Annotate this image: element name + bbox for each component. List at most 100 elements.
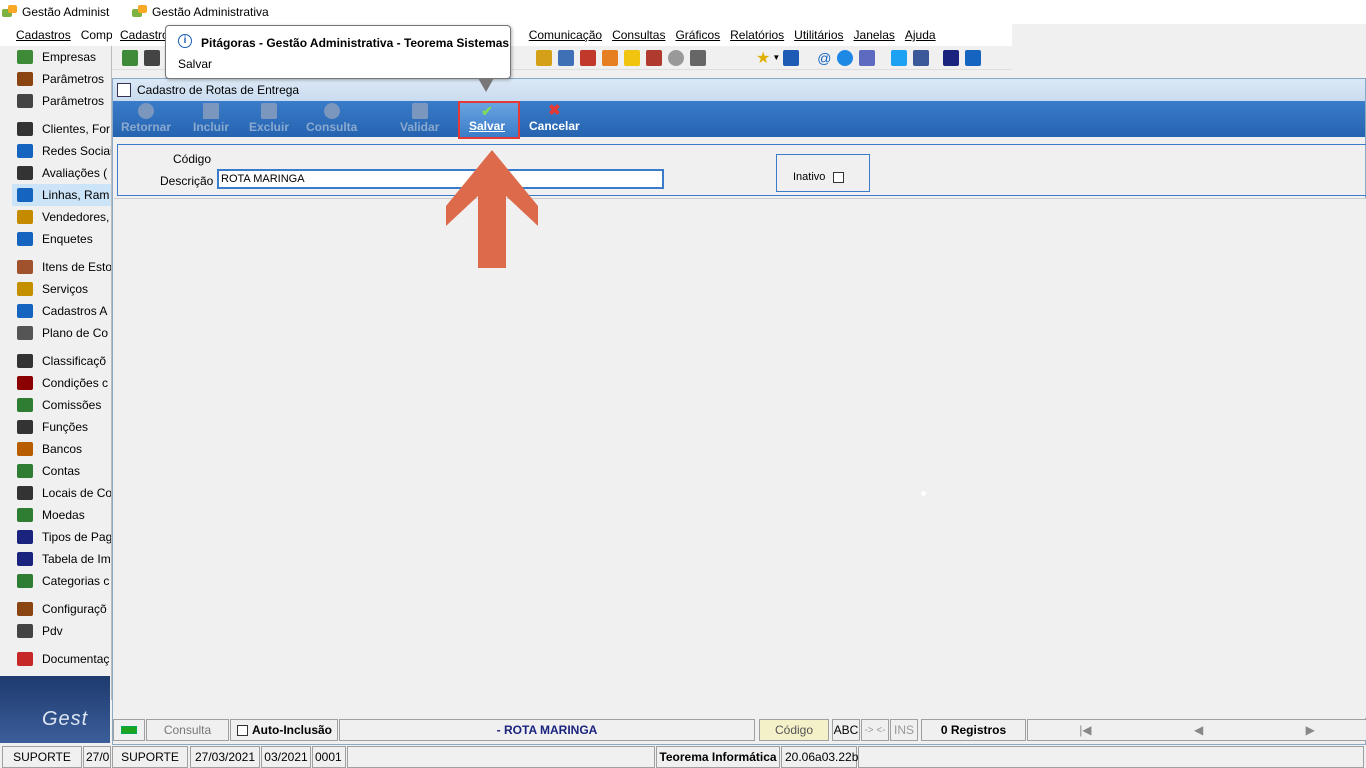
outer-menu-bar: Cadastros Compr [0, 24, 112, 46]
menu-item[interactable]: Enquetes [12, 228, 111, 250]
tooltip-pointer [478, 78, 494, 92]
trash-icon [261, 103, 278, 119]
descricao-input[interactable]: ROTA MARINGA [217, 169, 664, 189]
menu-item[interactable]: Configuraçõ [12, 598, 111, 620]
annotation-arrow [446, 150, 538, 268]
menu-item[interactable]: Condições c [12, 372, 111, 394]
tree-icon [17, 326, 33, 340]
menu-item[interactable]: Pdv [12, 620, 111, 642]
menu-relatorios[interactable]: Relatórios [725, 28, 789, 42]
arrows-indicator: -> <- [861, 719, 889, 741]
menu-item-label: Empresas [42, 50, 97, 64]
monitor-icon[interactable] [943, 49, 960, 66]
menu-comunicacao[interactable]: Comunicação [524, 28, 607, 42]
menu-item-label: Plano de Co [42, 326, 109, 340]
people-icon[interactable] [144, 49, 160, 66]
menu-item[interactable]: Cadastros A [12, 300, 111, 322]
menu-item[interactable]: Linhas, Ram [12, 184, 111, 206]
menu-item[interactable]: Avaliações ( [12, 162, 111, 184]
back-icon [138, 103, 154, 119]
calendar-icon [17, 376, 33, 390]
menu-item[interactable]: Itens de Esto [12, 256, 111, 278]
content-area [114, 198, 1366, 718]
menu-item[interactable]: Tipos de Pag [12, 526, 111, 548]
exit-icon[interactable] [965, 49, 982, 66]
validar-button[interactable]: Validar [400, 103, 439, 134]
menu-item[interactable]: Categorias c [12, 570, 111, 592]
menu-item[interactable]: Contas [12, 460, 111, 482]
twitter-icon[interactable] [891, 49, 908, 66]
incluir-button[interactable]: Incluir [193, 103, 229, 134]
menu-item-label: Bancos [42, 442, 83, 456]
people-icon [17, 354, 33, 368]
menu-item[interactable]: Plano de Co [12, 322, 111, 344]
calendar-icon[interactable] [536, 49, 552, 66]
add-user-icon[interactable] [690, 49, 706, 66]
salvar-button[interactable]: ✔ Salvar [469, 103, 505, 133]
excluir-button[interactable]: Excluir [249, 103, 289, 134]
menu-ajuda[interactable]: Ajuda [900, 28, 941, 42]
document-icon [17, 652, 33, 666]
printer-icon[interactable] [646, 49, 662, 66]
network-icon [17, 188, 33, 202]
menu-janelas[interactable]: Janelas [849, 28, 900, 42]
first-record-icon[interactable]: |◀ [1079, 723, 1091, 737]
menu-item[interactable]: Moedas [12, 504, 111, 526]
menu-consultas[interactable]: Consultas [607, 28, 670, 42]
close-icon: ✖ [548, 102, 561, 119]
auto-inclusao-checkbox[interactable] [237, 724, 248, 736]
smiley-icon[interactable] [668, 49, 684, 66]
menu-item-label: Tipos de Pag [42, 530, 111, 544]
menu-item[interactable]: Serviços [12, 278, 111, 300]
menu-item[interactable]: Locais de Co [12, 482, 111, 504]
app-logo-icon [132, 5, 148, 19]
auto-inclusao-option[interactable]: Auto-Inclusão [230, 719, 338, 741]
chart-icon [17, 398, 33, 412]
inativo-checkbox[interactable] [833, 172, 844, 183]
status-company: Teorema Informática [656, 746, 780, 768]
retornar-button[interactable]: Retornar [121, 103, 171, 134]
at-icon[interactable]: @ [817, 50, 831, 66]
wave-icon[interactable] [859, 49, 876, 66]
menu-compras[interactable]: Compr [76, 28, 112, 42]
menu-item[interactable]: Comissões [12, 394, 111, 416]
window-icon[interactable] [558, 49, 574, 66]
menu-item[interactable]: Funções [12, 416, 111, 438]
menu-graficos[interactable]: Gráficos [670, 28, 725, 42]
menu-item-label: Parâmetros [42, 94, 105, 108]
menu-item[interactable]: Empresas [12, 46, 111, 68]
menu-cadastros[interactable]: Cadastros [0, 28, 76, 42]
facebook-icon[interactable] [913, 49, 930, 66]
menu-item[interactable]: Redes Sociai [12, 140, 111, 162]
window-title: Cadastro de Rotas de Entrega [137, 83, 300, 97]
next-record-icon[interactable]: ▶ [1306, 723, 1315, 737]
menu-item[interactable]: Vendedores, [12, 206, 111, 228]
menu-item[interactable]: Documentaç [12, 648, 111, 670]
cancelar-button[interactable]: ✖ Cancelar [529, 102, 580, 134]
cursor-dot [921, 491, 926, 496]
current-record-label: - ROTA MARINGA [339, 719, 755, 741]
menu-item[interactable]: Tabela de Im [12, 548, 111, 570]
menu-item[interactable]: Classificaçõ [12, 350, 111, 372]
document-icon[interactable] [602, 49, 618, 66]
info-icon: i [178, 34, 192, 48]
prev-record-icon[interactable]: ◀ [1194, 723, 1203, 737]
menu-item[interactable]: Bancos [12, 438, 111, 460]
coins-icon [17, 508, 33, 522]
menu-item[interactable]: Parâmetros [12, 90, 111, 112]
network-icon [17, 486, 33, 500]
anchor-icon[interactable] [783, 49, 800, 66]
status-version: 20.06a03.22b [781, 746, 858, 768]
menu-item[interactable]: Parâmetros [12, 68, 111, 90]
skype-icon[interactable] [837, 49, 854, 66]
menu-item[interactable]: Clientes, For [12, 118, 111, 140]
globe-icon[interactable] [122, 49, 138, 66]
clipboard-icon[interactable] [580, 49, 596, 66]
lock-icon[interactable] [624, 49, 640, 66]
consulta-button[interactable]: Consulta [306, 103, 357, 134]
chevron-down-icon[interactable]: ▼ [772, 53, 780, 62]
order-field[interactable]: Código [759, 719, 829, 741]
menu-utilitarios[interactable]: Utilitários [789, 28, 848, 42]
star-icon[interactable]: ★ [756, 48, 770, 68]
money-icon [17, 464, 33, 478]
